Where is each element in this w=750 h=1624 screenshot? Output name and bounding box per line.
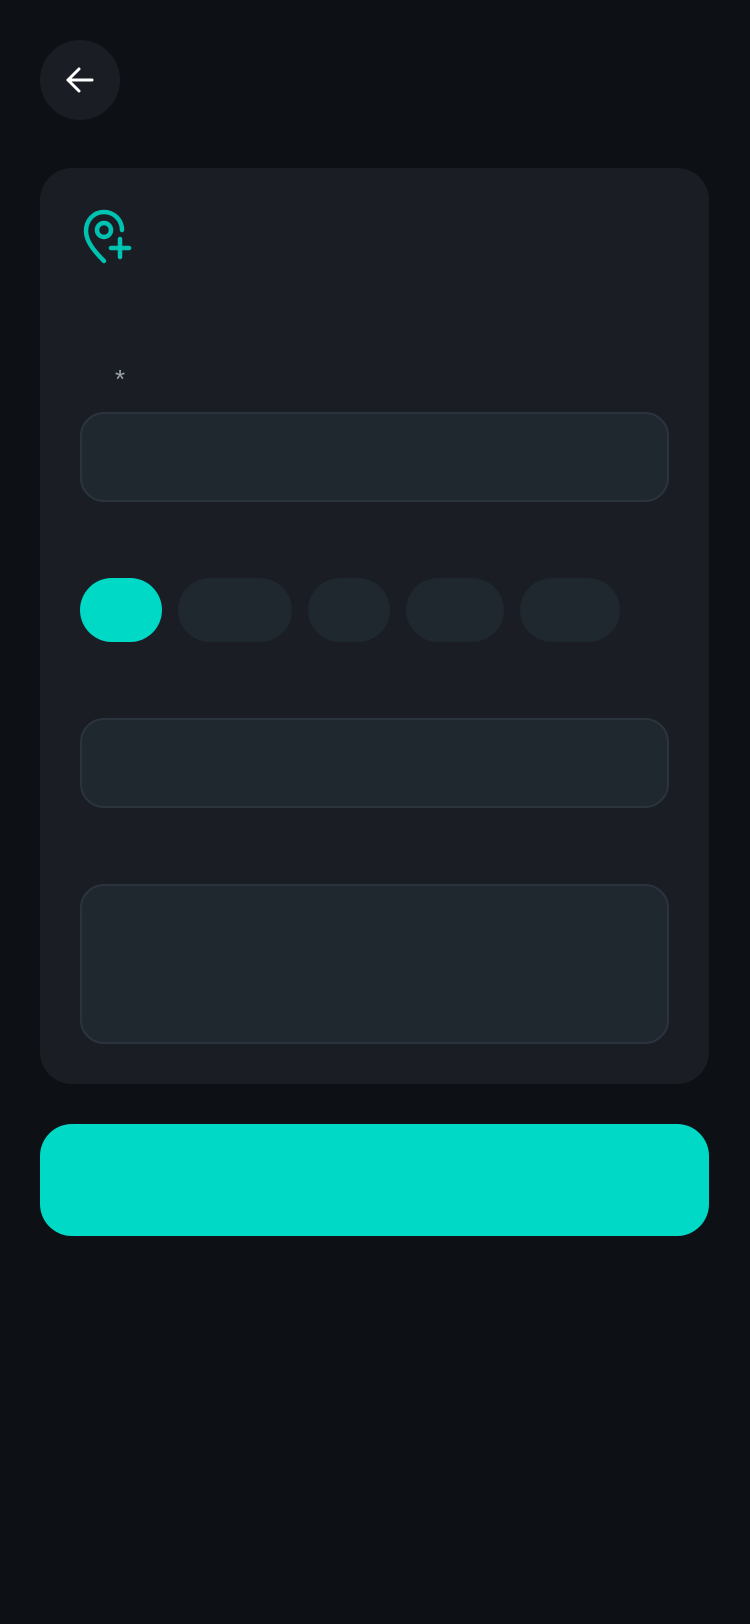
submit-button[interactable] (40, 1124, 709, 1236)
type-chip-4[interactable] (406, 578, 504, 642)
type-chip-2[interactable] (178, 578, 292, 642)
required-marker: * (115, 364, 126, 394)
page: * (0, 0, 750, 1624)
name-input[interactable] (80, 412, 669, 502)
type-chip-1[interactable] (80, 578, 162, 642)
type-chip-3[interactable] (308, 578, 390, 642)
map-pin-plus-icon (82, 208, 136, 264)
arrow-left-icon (64, 64, 96, 96)
notes-textarea[interactable] (80, 884, 669, 1044)
add-place-card: * (40, 168, 709, 1084)
back-button[interactable] (40, 40, 120, 120)
address-input[interactable] (80, 718, 669, 808)
type-chip-5[interactable] (520, 578, 620, 642)
